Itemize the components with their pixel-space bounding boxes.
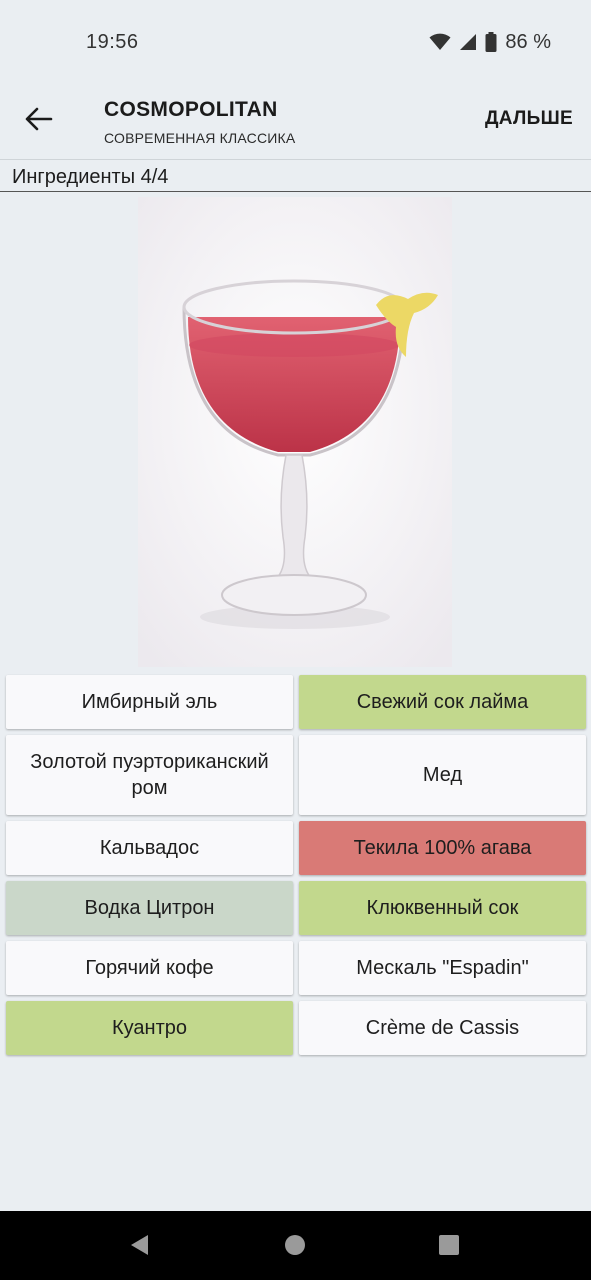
option-5[interactable]: Текила 100% агава xyxy=(299,821,586,875)
status-bar: 19:56 86 % xyxy=(0,0,591,84)
battery-level: 86 % xyxy=(505,30,551,53)
system-nav-bar xyxy=(0,1211,591,1280)
signal-icon xyxy=(460,34,477,50)
back-button[interactable] xyxy=(18,98,60,140)
option-2[interactable]: Золотой пуэрториканский ром xyxy=(6,735,293,815)
option-0[interactable]: Имбирный эль xyxy=(6,675,293,729)
option-6[interactable]: Водка Цитрон xyxy=(6,881,293,935)
triangle-back-icon[interactable] xyxy=(128,1233,152,1257)
page-subtitle: СОВРЕМЕННАЯ КЛАССИКА xyxy=(104,130,296,146)
option-4[interactable]: Кальвадос xyxy=(6,821,293,875)
status-time: 19:56 xyxy=(86,30,139,53)
title-block: COSMOPOLITAN СОВРЕМЕННАЯ КЛАССИКА xyxy=(104,98,295,146)
ingredient-options: Имбирный эль Свежий сок лайма Золотой пу… xyxy=(6,675,586,1055)
ingredients-progress: Ингредиенты 4/4 xyxy=(0,161,591,192)
next-button[interactable]: ДАЛЬШЕ xyxy=(485,108,573,130)
wifi-icon xyxy=(429,33,451,50)
option-11[interactable]: Crème de Cassis xyxy=(299,1001,586,1055)
option-10[interactable]: Куантро xyxy=(6,1001,293,1055)
option-8[interactable]: Горячий кофе xyxy=(6,941,293,995)
page-title: COSMOPOLITAN xyxy=(104,98,278,121)
status-icons: 86 % xyxy=(429,31,551,54)
circle-home-icon[interactable] xyxy=(283,1233,307,1257)
cocktail-image xyxy=(138,197,452,667)
battery-icon xyxy=(485,32,497,52)
coupe-glass-illustration xyxy=(138,197,452,667)
app-bar: COSMOPOLITAN СОВРЕМЕННАЯ КЛАССИКА ДАЛЬШЕ xyxy=(0,84,591,160)
option-3[interactable]: Мед xyxy=(299,735,586,815)
option-9[interactable]: Мескаль "Espadin" xyxy=(299,941,586,995)
option-1[interactable]: Свежий сок лайма xyxy=(299,675,586,729)
arrow-left-icon xyxy=(25,107,53,131)
square-recents-icon[interactable] xyxy=(437,1233,461,1257)
option-7[interactable]: Клюквенный сок xyxy=(299,881,586,935)
